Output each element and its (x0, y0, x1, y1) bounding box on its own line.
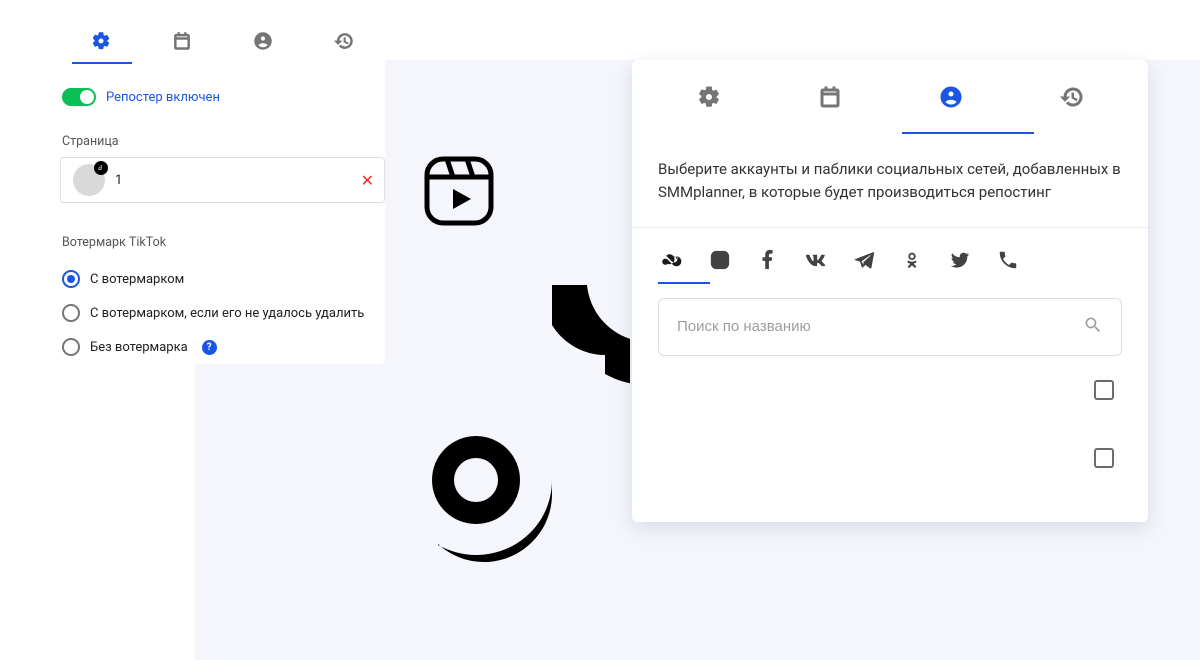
checkbox[interactable] (1094, 448, 1114, 468)
accounts-description: Выберите аккаунты и паблики социальных с… (632, 134, 1148, 227)
radio-label: Без вотермарка (90, 340, 188, 355)
radio-label: С вотермарком (90, 272, 184, 287)
social-underline (658, 282, 710, 284)
right-accounts-card: Выберите аккаунты и паблики социальных с… (632, 60, 1148, 522)
list-item (632, 356, 1148, 424)
left-tabs (60, 18, 385, 64)
watermark-option-1[interactable]: С вотермарком, если его не удалось удали… (60, 296, 385, 330)
rtab-settings[interactable] (669, 60, 749, 134)
page-section-title: Страница (60, 106, 385, 157)
list-item (632, 424, 1148, 492)
filter-viber-icon[interactable] (994, 246, 1022, 274)
reposter-toggle-row: Репостер включен (60, 64, 385, 106)
search-box[interactable] (658, 298, 1122, 356)
tab-settings[interactable] (73, 18, 129, 64)
tiktok-icon (430, 285, 630, 585)
radio-icon (62, 270, 80, 288)
tab-history[interactable] (316, 18, 372, 64)
rtab-history[interactable] (1032, 60, 1112, 134)
search-icon[interactable] (1083, 315, 1103, 339)
tab-calendar[interactable] (154, 18, 210, 64)
watermark-radio-group: С вотермарком С вотермарком, если его не… (60, 258, 385, 364)
filter-instagram-icon[interactable] (706, 246, 734, 274)
reposter-toggle[interactable] (62, 88, 96, 106)
filter-ok-icon[interactable] (898, 246, 926, 274)
filter-twitter-icon[interactable] (946, 246, 974, 274)
filter-facebook-icon[interactable] (754, 246, 782, 274)
watermark-option-2[interactable]: Без вотермарка ? (60, 330, 385, 364)
right-tabs (632, 60, 1148, 134)
tiktok-badge-icon (94, 161, 108, 175)
filter-vk-icon[interactable] (802, 246, 830, 274)
reposter-toggle-label: Репостер включен (106, 90, 220, 105)
radio-label: С вотермарком, если его не удалось удали… (90, 306, 364, 321)
rtab-person[interactable] (911, 60, 991, 134)
left-tab-underline (72, 62, 132, 64)
page-chip-remove[interactable]: ✕ (361, 171, 374, 190)
page-chip[interactable]: 1 ✕ (60, 157, 385, 203)
social-filter-row (632, 228, 1148, 284)
right-tab-underline (902, 132, 1034, 134)
filter-all-icon[interactable] (658, 246, 686, 274)
page-avatar (73, 164, 105, 196)
watermark-option-0[interactable]: С вотермарком (60, 262, 385, 296)
radio-icon (62, 338, 80, 356)
help-icon[interactable]: ? (202, 340, 217, 355)
page-chip-label: 1 (115, 173, 122, 188)
rtab-calendar[interactable] (790, 60, 870, 134)
filter-telegram-icon[interactable] (850, 246, 878, 274)
tab-person[interactable] (235, 18, 291, 64)
checkbox[interactable] (1094, 380, 1114, 400)
reels-icon (423, 155, 495, 227)
radio-icon (62, 304, 80, 322)
left-settings-card: Репостер включен Страница 1 ✕ Вотермарк … (60, 18, 385, 364)
watermark-section-title: Вотермарк TikTok (60, 203, 385, 258)
search-input[interactable] (677, 318, 1083, 335)
